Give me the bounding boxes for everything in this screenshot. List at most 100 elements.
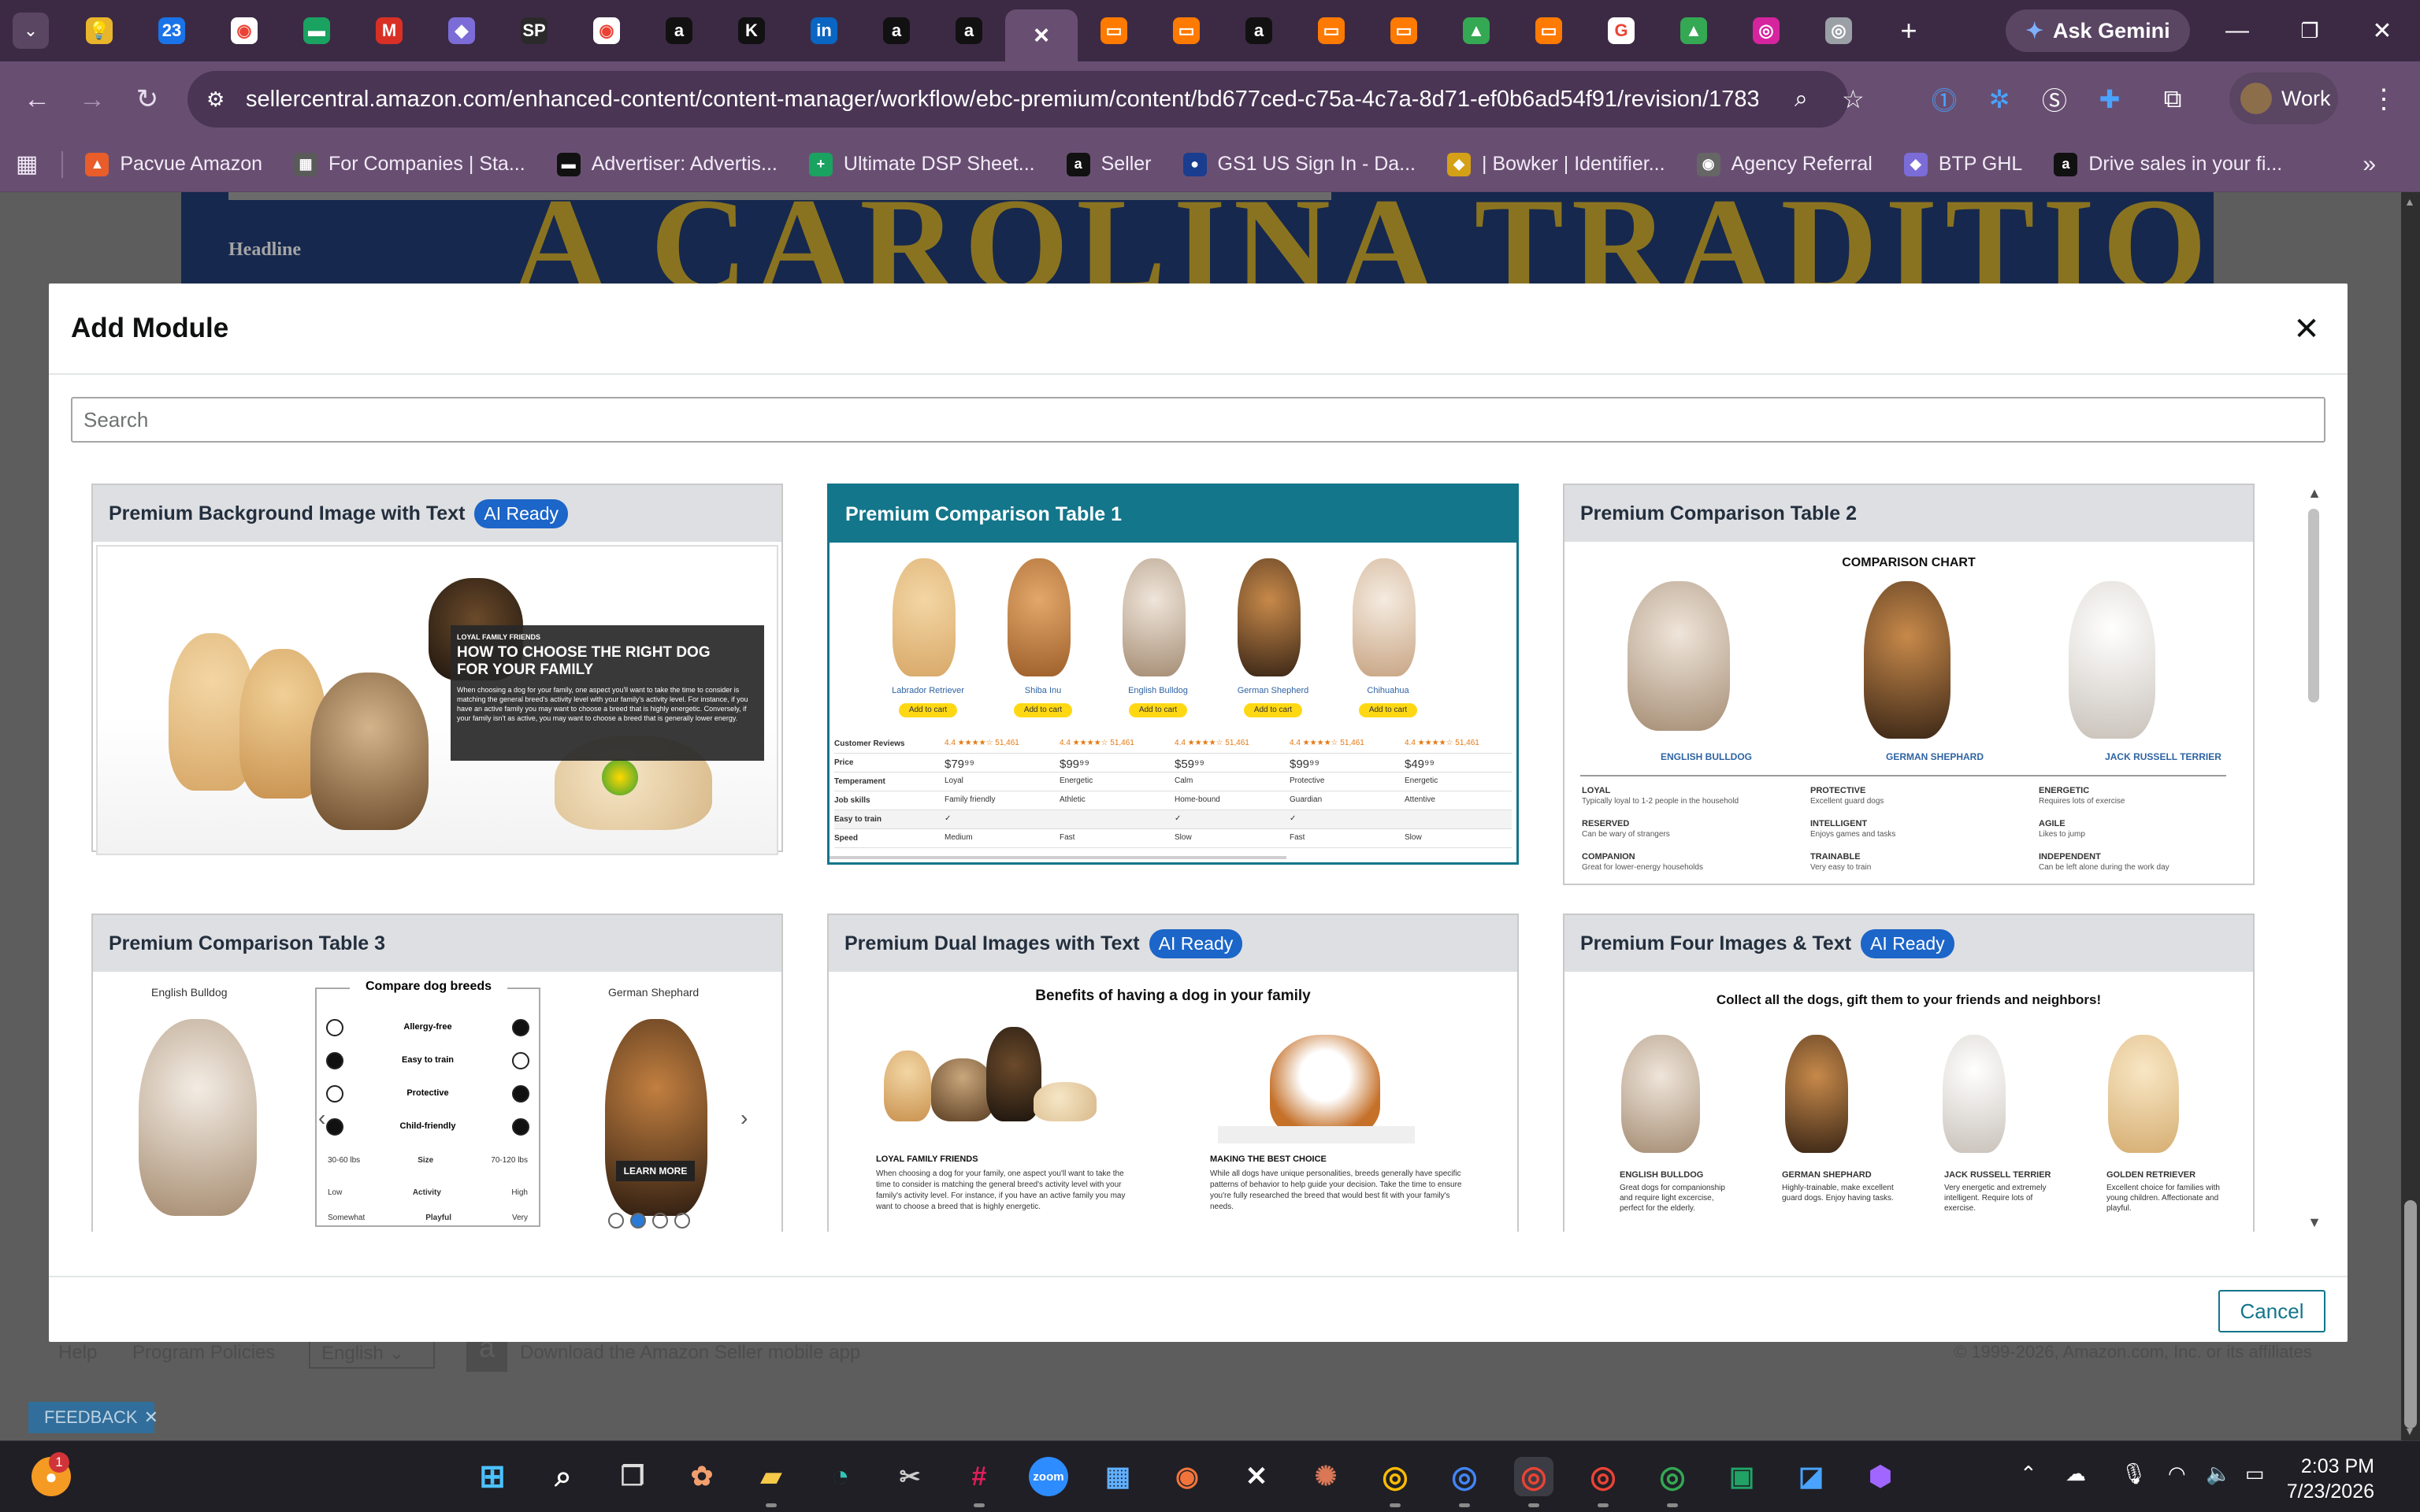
bookmark-item[interactable]: + Ultimate DSP Sheet...	[808, 152, 1035, 176]
tab-amazon1[interactable]: a	[643, 7, 715, 54]
tab-ads[interactable]: ◉	[208, 7, 280, 54]
footer-app-link[interactable]: Download the Amazon Seller mobile app	[520, 1342, 860, 1364]
tab-lightbulb[interactable]: 💡	[63, 7, 135, 54]
tab-chrome[interactable]: ◎	[1802, 7, 1875, 54]
back-icon[interactable]: ←	[9, 72, 65, 127]
learn-more-button[interactable]: LEARN MORE	[616, 1161, 695, 1181]
capcut-icon[interactable]: ✕	[1237, 1457, 1276, 1496]
bookmark-item[interactable]: ● GS1 US Sign In - Da...	[1182, 152, 1416, 176]
extensions-icon[interactable]: ⧉	[2151, 77, 2195, 121]
tab-linkedin[interactable]: in	[788, 7, 860, 54]
tab-orange5[interactable]: ▭	[1512, 7, 1585, 54]
tab-amazon2[interactable]: a	[860, 7, 933, 54]
add-to-cart-button[interactable]: Add to cart	[1014, 703, 1072, 717]
tab-drive1[interactable]: ▲	[1440, 7, 1512, 54]
module-card-four-images[interactable]: Premium Four Images & Text AI Ready Coll…	[1563, 914, 2255, 1232]
window-close-icon[interactable]: ✕	[2351, 11, 2414, 50]
clock[interactable]: 2:03 PM 7/23/2026	[2287, 1454, 2374, 1504]
bookmark-star-icon[interactable]: ☆	[1842, 84, 1865, 114]
carousel-dot-active[interactable]	[630, 1213, 646, 1228]
modal-scrollbar[interactable]: ▲ ▼	[2303, 484, 2325, 1232]
tab-amazon3[interactable]: a	[933, 7, 1005, 54]
tab-drive2[interactable]: ▲	[1657, 7, 1730, 54]
volume-icon[interactable]: 🔈	[2206, 1462, 2231, 1486]
reload-icon[interactable]: ↻	[120, 72, 175, 127]
tab-instagram[interactable]: ◎	[1730, 7, 1802, 54]
more-bookmarks-icon[interactable]: »	[2362, 151, 2376, 178]
module-card-comparison-table-3[interactable]: Premium Comparison Table 3 English Bulld…	[91, 914, 783, 1232]
module-card-dual-images[interactable]: Premium Dual Images with Text AI Ready B…	[827, 914, 1519, 1232]
microphone-icon[interactable]: 🎙	[2121, 1462, 2147, 1486]
bookmark-item[interactable]: ▬ Advertiser: Advertis...	[556, 152, 778, 176]
address-bar[interactable]: ⚙ sellercentral.amazon.com/enhanced-cont…	[187, 71, 1865, 128]
page-scroll-thumb[interactable]	[2404, 1200, 2417, 1429]
tab-diamond[interactable]: ◆	[425, 7, 498, 54]
puzzle-extension-icon[interactable]: ✚	[2088, 77, 2132, 121]
battery-icon[interactable]: ▭	[2245, 1462, 2265, 1486]
onepassword-extension-icon[interactable]: ⓵	[1922, 77, 1966, 121]
module-card-background-image[interactable]: Premium Background Image with Text AI Re…	[91, 484, 783, 855]
bookmark-item[interactable]: ▲ Pacvue Amazon	[85, 152, 262, 176]
file-explorer-icon[interactable]: ▰	[752, 1457, 791, 1507]
module-card-comparison-table-1[interactable]: Premium Comparison Table 1 Labrador Retr…	[827, 484, 1519, 865]
tab-klaviyo[interactable]: K	[715, 7, 788, 54]
slack-icon[interactable]: #	[959, 1457, 999, 1507]
tab-orange1[interactable]: ▭	[1078, 7, 1150, 54]
close-tab-icon[interactable]: ×	[1028, 20, 1055, 50]
forward-icon[interactable]: →	[65, 72, 120, 127]
page-scrollbar[interactable]: ▲ ▼	[2401, 192, 2420, 1440]
carousel-dot[interactable]	[608, 1213, 624, 1228]
tab-active-close[interactable]: ×	[1005, 9, 1078, 61]
start-icon[interactable]: ⊞	[473, 1457, 512, 1496]
grammarly-extension-icon[interactable]: Ⓢ	[2032, 77, 2077, 121]
tab-google[interactable]: G	[1585, 7, 1657, 54]
chrome-profile-1-icon[interactable]: ◎	[1375, 1457, 1415, 1507]
store-icon[interactable]: ▦	[1098, 1457, 1138, 1496]
tab-search-dropdown-icon[interactable]: ⌄	[13, 13, 49, 49]
restore-icon[interactable]: ❐	[2278, 11, 2341, 50]
add-to-cart-button[interactable]: Add to cart	[1359, 703, 1417, 717]
chrome-profile-3-icon[interactable]: ◎	[1583, 1457, 1623, 1507]
apps-grid-icon[interactable]: ▦	[16, 150, 38, 178]
bookmark-item[interactable]: ◉ Agency Referral	[1696, 152, 1873, 176]
chrome-profile-2-icon[interactable]: ◎	[1445, 1457, 1484, 1507]
close-icon[interactable]: ✕	[144, 1407, 158, 1428]
carousel-dot[interactable]	[674, 1213, 690, 1228]
ask-gemini-button[interactable]: ✦ Ask Gemini	[2006, 9, 2190, 52]
carousel-next-icon[interactable]: ›	[740, 1106, 748, 1131]
modal-scroll-thumb[interactable]	[2308, 509, 2319, 702]
footer-policies-link[interactable]: Program Policies	[132, 1342, 275, 1364]
task-view-icon[interactable]: ❐	[613, 1457, 652, 1496]
paint-icon[interactable]: ◪	[1791, 1457, 1831, 1496]
add-to-cart-button[interactable]: Add to cart	[1244, 703, 1302, 717]
zoom-icon[interactable]: zoom	[1029, 1457, 1068, 1496]
copilot-icon[interactable]: ✿	[682, 1457, 722, 1496]
tab-ads2[interactable]: ◉	[570, 7, 643, 54]
tray-overflow-icon[interactable]: ⌃	[2020, 1462, 2037, 1486]
module-search-input[interactable]	[71, 397, 2325, 443]
snipping-tool-icon[interactable]: ✂	[890, 1457, 930, 1496]
hubspot-icon[interactable]: ◉	[1167, 1457, 1207, 1496]
add-to-cart-button[interactable]: Add to cart	[899, 703, 957, 717]
tab-orange4[interactable]: ▭	[1368, 7, 1440, 54]
cancel-button[interactable]: Cancel	[2218, 1290, 2325, 1332]
wifi-icon[interactable]: ◠	[2168, 1462, 2186, 1486]
table-scrollbar[interactable]	[830, 856, 1286, 859]
bookmark-item[interactable]: ◆ BTP GHL	[1903, 152, 2022, 176]
tab-amazon4[interactable]: a	[1223, 7, 1295, 54]
new-tab-icon[interactable]: +	[1889, 11, 1928, 50]
tab-gmail[interactable]: M	[353, 7, 425, 54]
bookmark-item[interactable]: a Drive sales in your fi...	[2054, 152, 2282, 176]
footer-help-link[interactable]: Help	[58, 1342, 97, 1364]
snowflake-extension-icon[interactable]: ✲	[1977, 77, 2021, 121]
scroll-up-icon[interactable]: ▲	[2305, 484, 2324, 502]
chrome-profile-4-icon[interactable]: ◎	[1653, 1457, 1692, 1507]
menu-kebab-icon[interactable]: ⋮	[2362, 77, 2406, 121]
feedback-button[interactable]: FEEDBACK ✕	[28, 1402, 158, 1433]
search-icon[interactable]: ⌕	[544, 1457, 583, 1496]
scroll-down-icon[interactable]: ▼	[2305, 1213, 2324, 1232]
add-to-cart-button[interactable]: Add to cart	[1129, 703, 1187, 717]
minimize-icon[interactable]: —	[2206, 11, 2269, 50]
bookmark-item[interactable]: a Seller	[1066, 152, 1152, 176]
tab-meet[interactable]: ▬	[280, 7, 353, 54]
